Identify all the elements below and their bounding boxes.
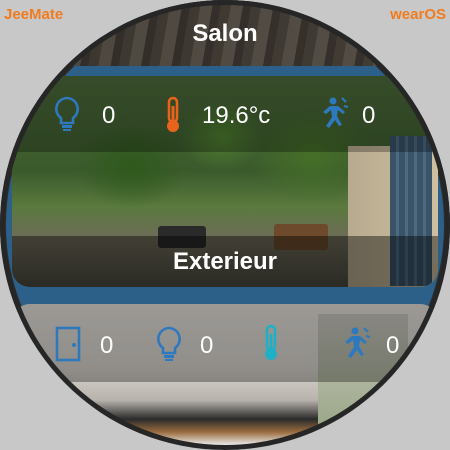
door-icon (54, 326, 84, 362)
sensor-row: 0 19.6°c 0 (12, 76, 438, 152)
room-card-salon[interactable]: Salon (12, 0, 438, 66)
room-title: Exterieur (172, 248, 278, 275)
motion-icon (338, 326, 371, 360)
sensor-row: 0 0 0 (12, 304, 438, 382)
room-title: Salon (192, 20, 258, 47)
platform-label: wearOS (390, 6, 446, 23)
thermometer-icon (256, 324, 286, 360)
sensor-value: 0 (200, 332, 214, 359)
motion-icon (316, 96, 349, 130)
sensor-value: 0 (362, 102, 376, 129)
watch-screen[interactable]: Salon 0 19.6°c 0 Exterieur 0 0 0 (0, 0, 450, 450)
room-card-kitchen[interactable]: 0 0 0 (12, 304, 438, 450)
room-card-exterieur[interactable]: 0 19.6°c 0 Exterieur (12, 76, 438, 287)
lightbulb-icon (52, 96, 82, 131)
lightbulb-icon (154, 326, 184, 361)
sensor-value: 0 (102, 102, 116, 129)
app-brand-label: JeeMate (4, 6, 64, 23)
sensor-value: 0 (386, 332, 400, 359)
sensor-value: 0 (100, 332, 114, 359)
sensor-value: 19.6°c (202, 102, 271, 129)
thermometer-icon (158, 96, 188, 132)
